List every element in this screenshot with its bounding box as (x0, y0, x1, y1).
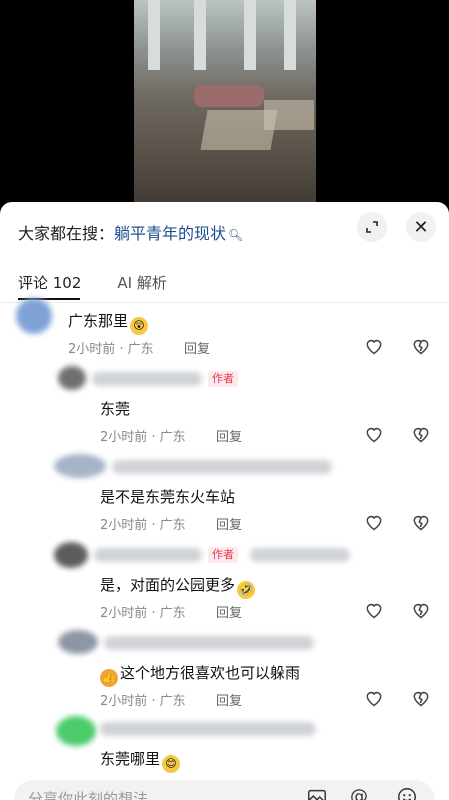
comment-time: 2小时前 · 广东 (100, 606, 186, 621)
emoji-laughing-icon: 🤣 (237, 581, 256, 599)
video-pillar (244, 0, 256, 70)
heart-icon[interactable] (364, 336, 384, 356)
comment-time: 2小时前 · 广东 (100, 430, 186, 445)
avatar[interactable] (56, 716, 96, 746)
emoji-picker-icon[interactable] (396, 786, 418, 800)
comment-time: 2小时前 · 广东 (68, 342, 154, 357)
username[interactable] (112, 460, 332, 474)
username[interactable] (92, 372, 202, 386)
video-floor (264, 100, 314, 130)
video-pillar (194, 0, 206, 70)
avatar[interactable] (54, 454, 106, 478)
emoji-surprised-icon: 😲 (130, 317, 149, 335)
heart-icon[interactable] (364, 512, 384, 532)
video-player[interactable] (0, 0, 449, 212)
avatar[interactable] (16, 298, 52, 334)
username[interactable] (94, 548, 202, 562)
broken-heart-icon[interactable] (411, 512, 431, 532)
broken-heart-icon[interactable] (411, 424, 431, 444)
video-frame (134, 0, 316, 212)
video-pillar (148, 0, 160, 70)
comment-text: 👍 这个地方很喜欢也可以躲雨 (100, 662, 300, 687)
comment-text: 是不是东莞东火车站 (100, 488, 236, 506)
comment-input-placeholder: 分享你此刻的想法 (28, 790, 149, 800)
image-icon[interactable] (306, 786, 328, 800)
mention-icon[interactable]: @ (350, 786, 372, 800)
reply-button[interactable]: 回复 (216, 426, 242, 445)
comment-panel: 大家都在搜：躺平青年的现状 🔍︎ ✕ 评论 102 AI 解析 广东那里 😲 2小时… (0, 202, 449, 800)
tab-ai-analysis[interactable]: AI 解析 (117, 272, 166, 293)
thumbs-up-icon: 👍 (100, 669, 118, 687)
reply-button[interactable]: 回复 (216, 690, 242, 709)
comment-text: 东莞 (100, 400, 131, 418)
search-icon: 🔍︎ (228, 228, 244, 242)
heart-icon[interactable] (364, 600, 384, 620)
comment-text: 是，对面的公园更多 🤣 (100, 574, 256, 599)
broken-heart-icon[interactable] (411, 600, 431, 620)
reply-button[interactable]: 回复 (184, 338, 210, 357)
comment-text: 广东那里 😲 (68, 310, 149, 335)
comment-time: 2小时前 · 广东 (100, 518, 186, 533)
comment-input[interactable]: 分享你此刻的想法 @ (14, 780, 435, 800)
avatar[interactable] (58, 366, 86, 390)
comment-tabs: 评论 102 AI 解析 (18, 272, 167, 293)
reply-button[interactable]: 回复 (216, 602, 242, 621)
reply-button[interactable]: 回复 (216, 514, 242, 533)
avatar[interactable] (58, 630, 98, 654)
heart-icon[interactable] (364, 424, 384, 444)
broken-heart-icon[interactable] (411, 336, 431, 356)
emoji-smile-icon: 😊 (162, 755, 181, 773)
comment-time: 2小时前 · 广东 (100, 694, 186, 709)
divider (0, 302, 449, 303)
search-suggestion[interactable]: 大家都在搜：躺平青年的现状 🔍︎ (18, 220, 243, 244)
avatar[interactable] (54, 542, 88, 568)
comment-text: 东莞哪里 😊 (100, 748, 181, 773)
broken-heart-icon[interactable] (411, 688, 431, 708)
video-pillar (284, 0, 296, 70)
tab-comments[interactable]: 评论 102 (18, 272, 81, 293)
search-prefix: 大家都在搜： (18, 224, 115, 243)
expand-icon[interactable] (357, 212, 387, 242)
username[interactable] (104, 636, 314, 650)
reply-target-name[interactable] (250, 548, 350, 562)
video-person (194, 85, 264, 107)
heart-icon[interactable] (364, 688, 384, 708)
search-query-link[interactable]: 躺平青年的现状 (114, 224, 226, 243)
close-icon[interactable]: ✕ (406, 212, 436, 242)
author-badge: 作者 (208, 547, 238, 563)
username[interactable] (100, 722, 316, 736)
author-badge: 作者 (208, 371, 238, 387)
